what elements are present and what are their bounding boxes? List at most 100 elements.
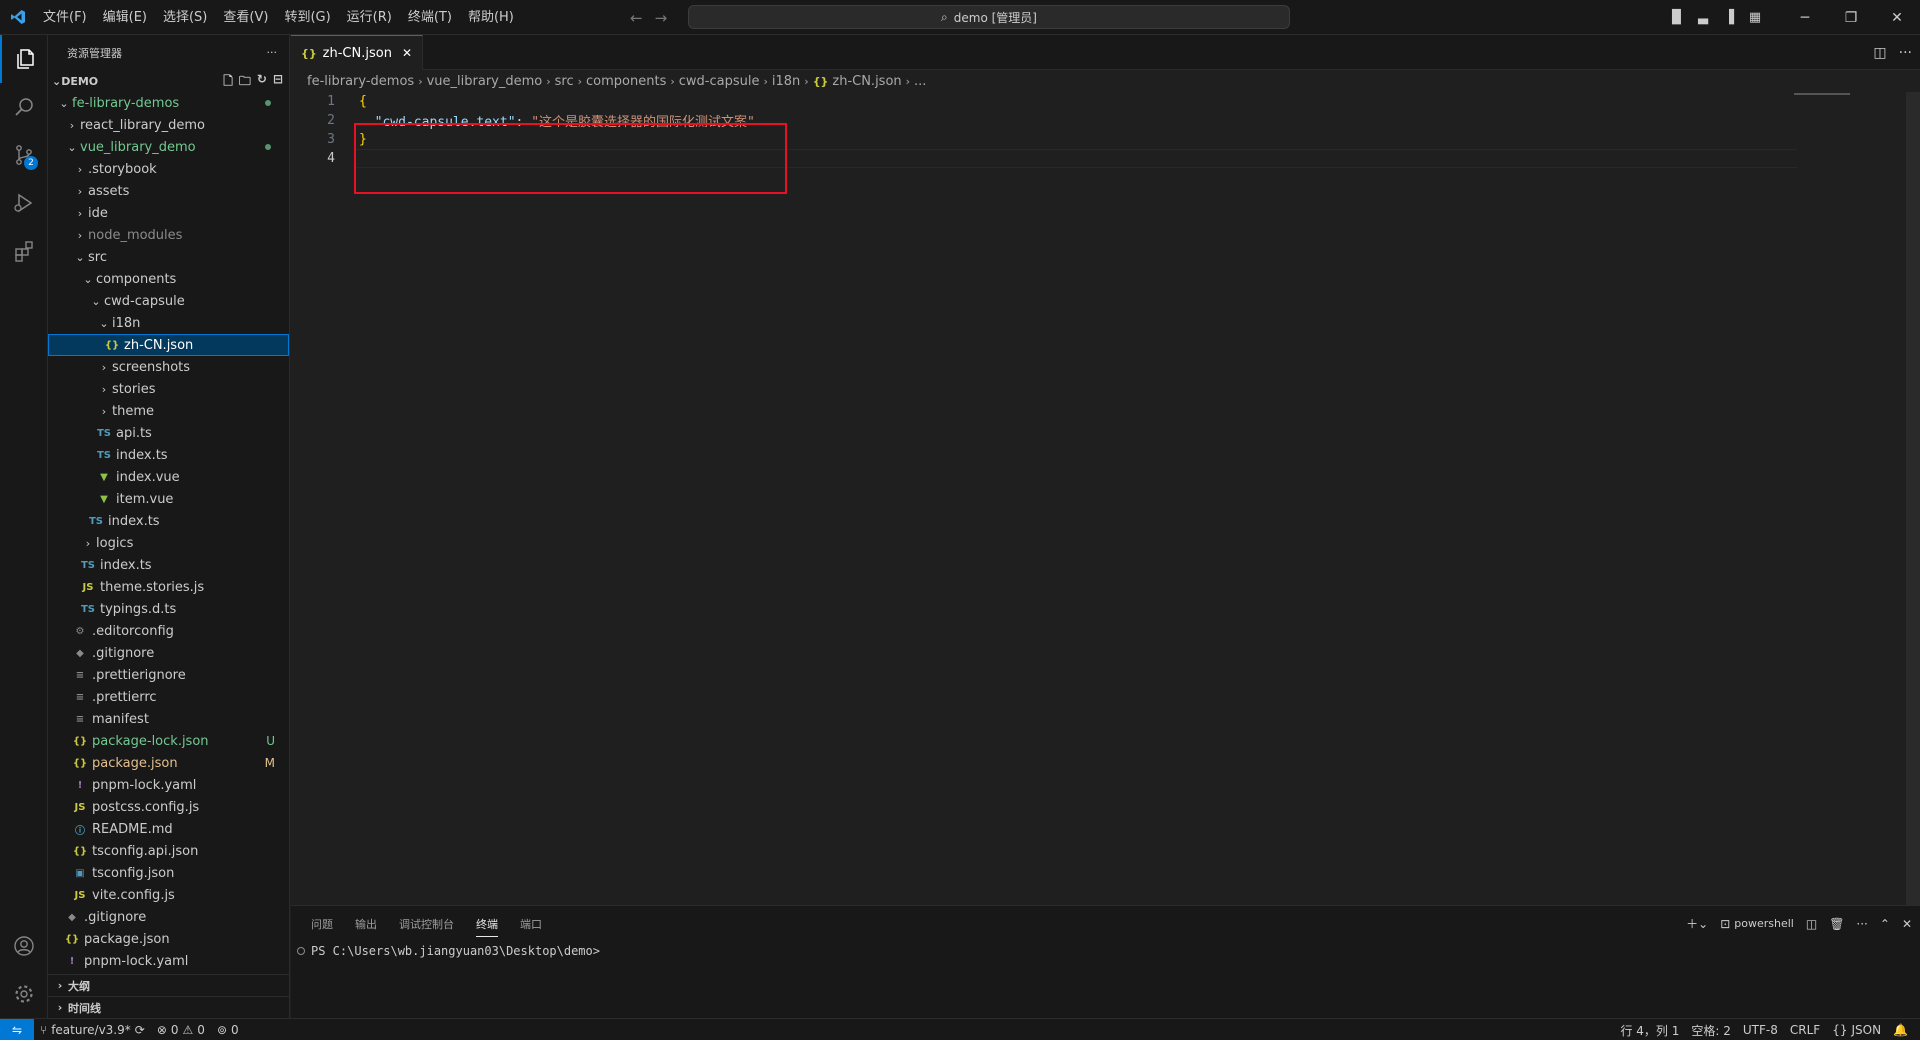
tree-item[interactable]: ≡ manifest bbox=[48, 708, 289, 730]
menu-help[interactable]: 帮助(H) bbox=[460, 0, 522, 35]
tree-item[interactable]: ! pnpm-lock.yaml bbox=[48, 950, 289, 972]
tree-item[interactable]: {} package.json M bbox=[48, 752, 289, 774]
tree-item[interactable]: {} zh-CN.json bbox=[48, 334, 289, 356]
panel-more-icon[interactable]: ··· bbox=[1856, 917, 1867, 931]
tree-item[interactable]: {} tsconfig.api.json bbox=[48, 840, 289, 862]
close-panel-icon[interactable]: ✕ bbox=[1902, 917, 1912, 931]
menu-view[interactable]: 查看(V) bbox=[215, 0, 276, 35]
workspace-section[interactable]: ⌄ DEMO 🗋 🗀 ↻ ⊟ bbox=[48, 70, 289, 92]
accounts-icon[interactable] bbox=[0, 922, 48, 970]
remote-indicator-icon[interactable]: ⇋ bbox=[0, 1018, 34, 1040]
tree-item[interactable]: ⚙ .editorconfig bbox=[48, 620, 289, 642]
tree-item[interactable]: TS index.ts bbox=[48, 554, 289, 576]
tab-terminal[interactable]: 终端 bbox=[476, 911, 498, 937]
tree-item[interactable]: ▼ index.vue bbox=[48, 466, 289, 488]
tree-item[interactable]: › theme bbox=[48, 400, 289, 422]
maximize-panel-icon[interactable]: ⌃ bbox=[1880, 917, 1890, 931]
encoding[interactable]: UTF-8 bbox=[1737, 1023, 1784, 1037]
notifications-bell-icon[interactable]: 🔔 bbox=[1887, 1023, 1914, 1037]
indentation[interactable]: 空格: 2 bbox=[1685, 1022, 1737, 1039]
command-center-search[interactable]: ⌕ demo [管理员] bbox=[688, 5, 1290, 29]
breadcrumb-item[interactable]: fe-library-demos bbox=[307, 74, 414, 89]
extensions-icon[interactable] bbox=[0, 227, 48, 275]
minimize-icon[interactable]: ─ bbox=[1782, 0, 1828, 35]
breadcrumb-item[interactable]: src bbox=[555, 74, 574, 89]
refresh-icon[interactable]: ↻ bbox=[257, 72, 267, 93]
new-terminal-icon[interactable]: ＋⌄ bbox=[1686, 915, 1708, 932]
menu-selection[interactable]: 选择(S) bbox=[155, 0, 215, 35]
tree-item[interactable]: › screenshots bbox=[48, 356, 289, 378]
tab-output[interactable]: 输出 bbox=[355, 916, 377, 932]
breadcrumb-item[interactable]: i18n bbox=[772, 74, 800, 89]
toggle-secondary-sidebar-icon[interactable]: ▐ bbox=[1716, 0, 1742, 35]
tree-item[interactable]: ⌄ fe-library-demos bbox=[48, 92, 289, 114]
back-arrow-icon[interactable]: ← bbox=[630, 9, 643, 27]
tree-item[interactable]: ⌄ i18n bbox=[48, 312, 289, 334]
manage-gear-icon[interactable] bbox=[0, 970, 48, 1018]
toggle-panel-icon[interactable]: ▃ bbox=[1690, 0, 1716, 35]
toggle-primary-sidebar-icon[interactable]: ▉ bbox=[1664, 0, 1690, 35]
editor-more-icon[interactable]: ··· bbox=[1899, 45, 1912, 61]
collapse-all-icon[interactable]: ⊟ bbox=[273, 72, 283, 93]
tree-item[interactable]: ⌄ src bbox=[48, 246, 289, 268]
tree-item[interactable]: JS postcss.config.js bbox=[48, 796, 289, 818]
restore-icon[interactable]: ❐ bbox=[1828, 0, 1874, 35]
tree-item[interactable]: › stories bbox=[48, 378, 289, 400]
tree-item[interactable]: ⓘ README.md bbox=[48, 818, 289, 840]
split-editor-icon[interactable]: ◫ bbox=[1873, 45, 1886, 61]
run-debug-icon[interactable] bbox=[0, 179, 48, 227]
tree-item[interactable]: ≡ .prettierrc bbox=[48, 686, 289, 708]
breadcrumb-item[interactable]: components bbox=[586, 74, 666, 89]
tree-item[interactable]: › react_library_demo bbox=[48, 114, 289, 136]
search-view-icon[interactable] bbox=[0, 83, 48, 131]
terminal-line[interactable]: PS C:\Users\wb.jiangyuan03\Desktop\demo> bbox=[291, 941, 1920, 961]
split-terminal-icon[interactable]: ◫ bbox=[1806, 917, 1817, 931]
tab-debug-console[interactable]: 调试控制台 bbox=[399, 916, 454, 932]
tab-zh-cn-json[interactable]: {} zh-CN.json ✕ bbox=[291, 35, 423, 70]
language-mode[interactable]: {} JSON bbox=[1826, 1023, 1887, 1037]
source-control-icon[interactable]: 2 bbox=[0, 131, 48, 179]
branch-status[interactable]: ⑂ feature/v3.9* ⟳ bbox=[34, 1023, 151, 1037]
tree-item[interactable]: ◆ .gitignore bbox=[48, 642, 289, 664]
tree-item[interactable]: TS typings.d.ts bbox=[48, 598, 289, 620]
tree-item[interactable]: ≡ .prettierignore bbox=[48, 664, 289, 686]
tree-item[interactable]: › node_modules bbox=[48, 224, 289, 246]
new-file-icon[interactable]: 🗋 bbox=[223, 72, 233, 93]
close-window-icon[interactable]: ✕ bbox=[1874, 0, 1920, 35]
tree-item[interactable]: ▣ tsconfig.json bbox=[48, 862, 289, 884]
problems-status[interactable]: ⊗ 0 ⚠ 0 bbox=[151, 1023, 211, 1037]
outline-section[interactable]: › 大纲 bbox=[48, 974, 290, 996]
breadcrumb-item[interactable]: zh-CN.json bbox=[832, 74, 901, 89]
menu-file[interactable]: 文件(F) bbox=[35, 0, 95, 35]
menu-run[interactable]: 运行(R) bbox=[339, 0, 400, 35]
tree-item[interactable]: TS index.ts bbox=[48, 444, 289, 466]
breadcrumb-item[interactable]: cwd-capsule bbox=[679, 74, 760, 89]
terminal-shell-label[interactable]: powershell bbox=[1734, 917, 1794, 930]
end-of-line[interactable]: CRLF bbox=[1784, 1023, 1826, 1037]
tab-problems[interactable]: 问题 bbox=[311, 916, 333, 932]
tree-item[interactable]: ! pnpm-lock.yaml bbox=[48, 774, 289, 796]
tree-item[interactable]: JS theme.stories.js bbox=[48, 576, 289, 598]
ports-status[interactable]: ⊚ 0 bbox=[211, 1023, 245, 1037]
tree-item[interactable]: › assets bbox=[48, 180, 289, 202]
tab-ports[interactable]: 端口 bbox=[520, 916, 542, 932]
tree-item[interactable]: {} package.json bbox=[48, 928, 289, 950]
tree-item[interactable]: ▼ item.vue bbox=[48, 488, 289, 510]
new-folder-icon[interactable]: 🗀 bbox=[239, 72, 251, 93]
breadcrumb-item[interactable]: vue_library_demo bbox=[427, 74, 543, 89]
cursor-position[interactable]: 行 4，列 1 bbox=[1614, 1022, 1685, 1039]
tree-item[interactable]: › .storybook bbox=[48, 158, 289, 180]
tree-item[interactable]: › logics bbox=[48, 532, 289, 554]
menu-terminal[interactable]: 终端(T) bbox=[400, 0, 460, 35]
timeline-section[interactable]: › 时间线 bbox=[48, 996, 290, 1018]
tree-item[interactable]: ⌄ components bbox=[48, 268, 289, 290]
tree-item[interactable]: ⌄ vue_library_demo bbox=[48, 136, 289, 158]
close-tab-icon[interactable]: ✕ bbox=[402, 46, 412, 60]
editor-scrollbar[interactable] bbox=[1906, 92, 1920, 912]
tree-item[interactable]: JS vite.config.js bbox=[48, 884, 289, 906]
tree-item[interactable]: ⌄ cwd-capsule bbox=[48, 290, 289, 312]
tree-item[interactable]: ◆ .gitignore bbox=[48, 906, 289, 928]
minimap[interactable] bbox=[1794, 93, 1850, 95]
tree-item[interactable]: › ide bbox=[48, 202, 289, 224]
menu-go[interactable]: 转到(G) bbox=[276, 0, 338, 35]
